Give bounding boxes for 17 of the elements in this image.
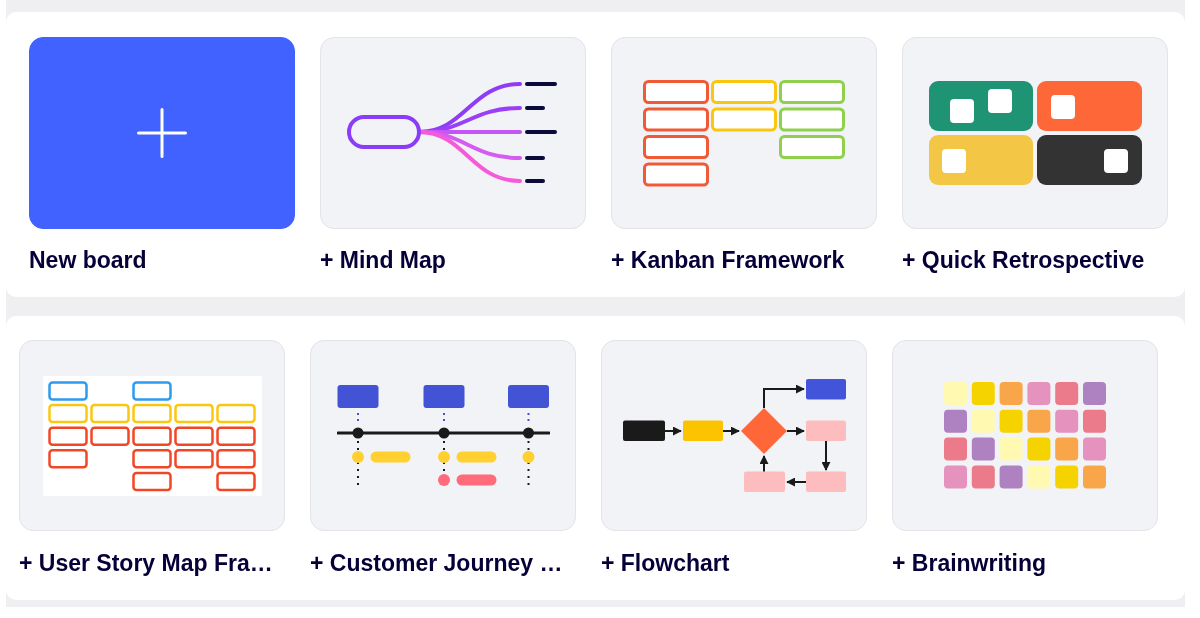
new-board-tile[interactable] — [29, 37, 295, 229]
template-thumbnail[interactable] — [601, 340, 867, 531]
plus-icon — [137, 108, 187, 158]
template-thumbnail[interactable] — [320, 37, 586, 229]
board-title[interactable]: New board — [29, 246, 147, 274]
template-thumbnail[interactable] — [310, 340, 576, 531]
board-title[interactable]: + Kanban Framework — [611, 246, 845, 274]
board-title[interactable]: + User Story Map Fra… — [19, 549, 273, 577]
template-thumbnail[interactable] — [19, 340, 285, 531]
board-title[interactable]: + Mind Map — [320, 246, 446, 274]
template-thumbnail[interactable] — [902, 37, 1168, 229]
board-title[interactable]: + Flowchart — [601, 549, 730, 577]
template-thumbnail[interactable] — [611, 37, 877, 229]
board-title[interactable]: + Customer Journey … — [310, 549, 563, 577]
board-title[interactable]: + Quick Retrospective — [902, 246, 1145, 274]
board-title[interactable]: + Brainwriting — [892, 549, 1046, 577]
template-thumbnail[interactable] — [892, 340, 1158, 531]
